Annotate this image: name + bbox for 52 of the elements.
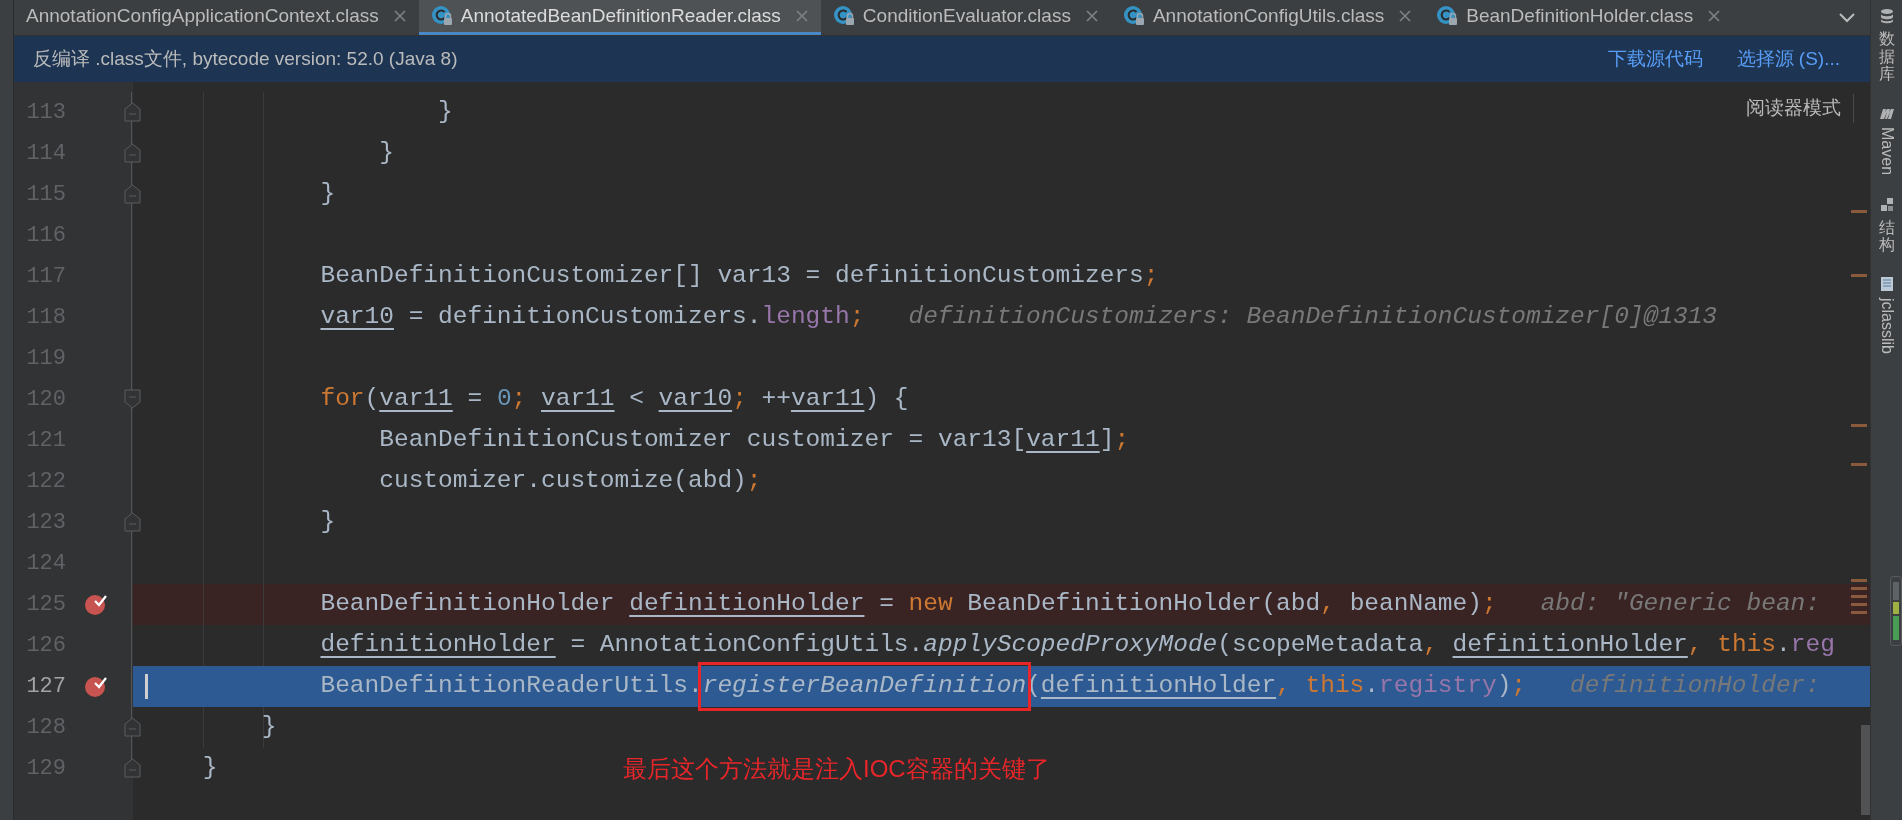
scrollbar-thumb[interactable] xyxy=(1861,725,1870,815)
line-number: 127 xyxy=(25,673,66,701)
editor-tab[interactable]: AnnotatedBeanDefinitionReader.class xyxy=(418,0,821,35)
error-stripe-mark xyxy=(1851,210,1867,213)
close-icon xyxy=(392,9,407,23)
link[interactable]: 下载源代码 xyxy=(1607,44,1703,74)
annotation-note: 最后这个方法就是注入IOC容器的关键了 xyxy=(623,754,1050,784)
editor-tab[interactable]: ConditionEvaluator.class xyxy=(820,0,1111,35)
database-icon xyxy=(1878,8,1895,24)
code-text: BeanDefinitionCustomizer customizer = var13[var11]; xyxy=(379,425,1130,456)
editor-tab[interactable]: AnnotationConfigApplicationContext.class xyxy=(14,0,419,35)
inline-hint: definitionHolder: xyxy=(1570,671,1820,702)
code-text: } xyxy=(261,712,277,743)
jclasslib-icon xyxy=(1878,276,1895,292)
sidebar-tool-button[interactable]: 结构 xyxy=(1878,196,1895,254)
reader-mode-button[interactable]: 阅读器模式 xyxy=(1746,94,1854,123)
error-stripe-mark xyxy=(1851,595,1867,598)
code-text: } xyxy=(320,507,336,538)
code-text: var10 = definitionCustomizers.length; xyxy=(320,302,865,333)
code-text: } xyxy=(320,179,336,210)
link[interactable]: 选择源 (S)... xyxy=(1736,44,1840,74)
error-stripe-mark xyxy=(1851,424,1867,427)
code-text: } xyxy=(438,97,453,128)
code-text: } xyxy=(379,138,394,169)
close-icon xyxy=(1707,9,1722,23)
code-text: customizer.customize(abd); xyxy=(379,466,762,497)
error-stripe-mark xyxy=(1851,274,1867,277)
error-stripe-mark xyxy=(1851,587,1867,590)
error-stripe-mark xyxy=(1851,603,1867,606)
close-icon xyxy=(1398,9,1413,23)
code-text: for(var11 = 0; var11 < var10; ++var11) { xyxy=(320,384,909,415)
code-text: definitionHolder = AnnotationConfigUtils.applyScopedProxyMode(scopeMetadata, definitionHolder, this.reg xyxy=(320,630,1835,661)
structure-icon xyxy=(1878,196,1895,213)
close-icon xyxy=(1084,9,1099,23)
inline-hint: abd: "Generic bean: xyxy=(1540,589,1821,620)
sidebar-tool-button[interactable]: 数据库 xyxy=(1878,8,1895,83)
sidebar-tool-button[interactable]: jclasslib xyxy=(1878,276,1895,354)
inline-hint: definitionCustomizers: BeanDefinitionCustomizer[0]@1313 xyxy=(908,302,1718,333)
code-text: BeanDefinitionReaderUtils. xyxy=(320,671,703,702)
code-text: registerBeanDefinition xyxy=(702,672,1027,700)
code-text: BeanDefinitionCustomizer[] var13 = definitionCustomizers; xyxy=(320,261,1159,292)
editor-tab[interactable]: BeanDefinitionHolder.class xyxy=(1424,0,1734,35)
code-text: BeanDefinitionHolder definitionHolder = new BeanDefinitionHolder(abd, beanName); xyxy=(320,589,1497,620)
editor-tab[interactable]: AnnotationConfigUtils.class xyxy=(1110,0,1425,35)
close-icon xyxy=(794,9,809,23)
code-text: } xyxy=(202,753,218,784)
info-message: 反编译 .class文件, bytecode version: 52.0 (Java 8) xyxy=(33,46,458,71)
error-stripe-mark xyxy=(1851,579,1867,582)
error-stripe-mark xyxy=(1851,611,1867,614)
chevron-down-icon[interactable] xyxy=(1838,12,1856,24)
error-stripe-mark xyxy=(1851,463,1867,466)
sidebar-tool-button[interactable]: Maven xyxy=(1878,104,1895,175)
